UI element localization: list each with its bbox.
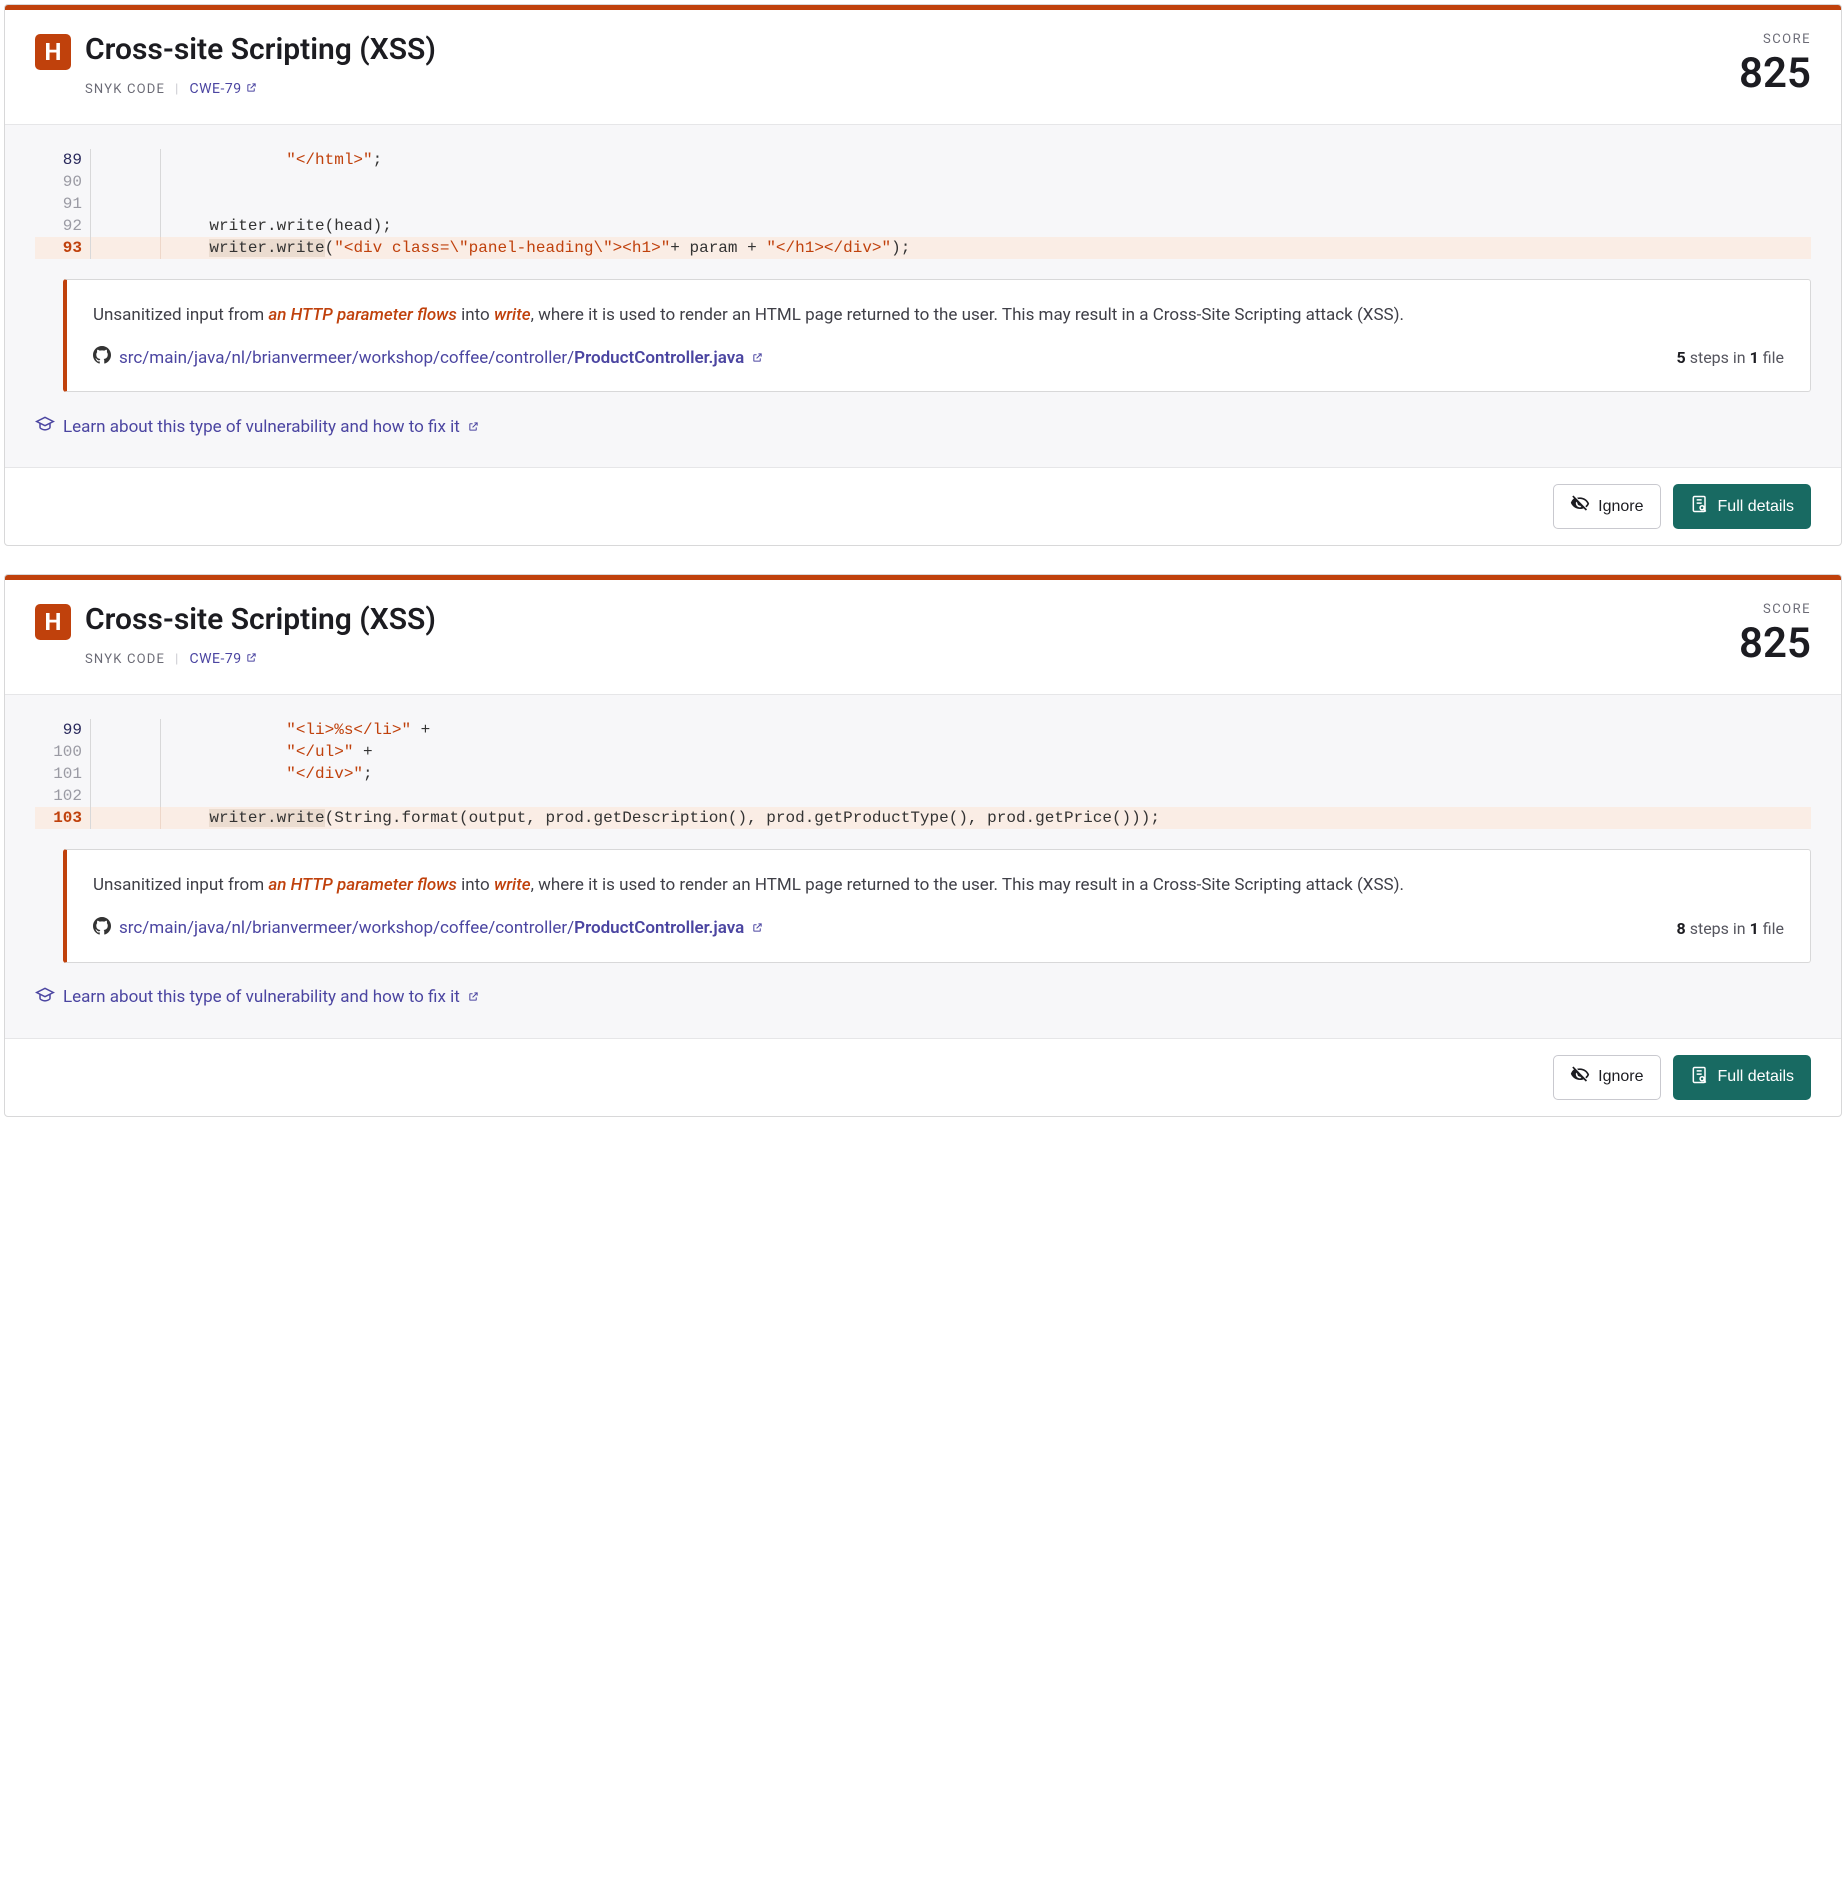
full-details-button[interactable]: Full details [1673,484,1811,529]
ignore-button[interactable]: Ignore [1553,484,1660,529]
learn-icon [35,985,55,1010]
line-number: 100 [35,741,91,763]
code-line: 103 writer.write(String.format(output, p… [35,807,1811,829]
external-link-icon [468,417,479,437]
score-label: SCORE [1739,602,1811,617]
code-line: 93 writer.write("<div class=\"panel-head… [35,237,1811,259]
source-label: SNYK CODE [85,652,165,667]
cwe-link[interactable]: CWE-79 [190,651,257,667]
description-box: Unsanitized input from an HTTP parameter… [63,279,1811,392]
line-number: 102 [35,785,91,807]
description-text: Unsanitized input from an HTTP parameter… [93,872,1784,898]
learn-icon [35,414,55,439]
external-link-icon [468,987,479,1007]
steps-info: 5 steps in 1 file [1677,348,1784,367]
vulnerability-card: H Cross-site Scripting (XSS) SNYK CODE |… [4,574,1842,1116]
external-link-icon [752,348,763,368]
code-line: 90 [35,171,1811,193]
code-text [161,171,1811,193]
code-line: 99 "<li>%s</li>" + [35,719,1811,741]
code-text: writer.write(String.format(output, prod.… [161,807,1811,829]
code-line: 100 "</ul>" + [35,741,1811,763]
line-number: 103 [35,807,91,829]
code-text: "</div>"; [161,763,1811,785]
score-value: 825 [1739,49,1811,98]
github-icon [93,917,111,940]
code-line: 89 "</html>"; [35,149,1811,171]
ignore-button[interactable]: Ignore [1553,1055,1660,1100]
line-number: 93 [35,237,91,259]
line-number: 89 [35,149,91,171]
code-block: 99 "<li>%s</li>" + 100 "</ul>" + 101 "</… [35,719,1811,829]
line-number: 92 [35,215,91,237]
card-body: 99 "<li>%s</li>" + 100 "</ul>" + 101 "</… [5,694,1841,1038]
code-text [161,785,1811,807]
code-line: 102 [35,785,1811,807]
code-line: 101 "</div>"; [35,763,1811,785]
vulnerability-card: H Cross-site Scripting (XSS) SNYK CODE |… [4,4,1842,546]
external-link-icon [246,81,257,97]
code-text [161,193,1811,215]
card-footer: Ignore Full details [5,468,1841,545]
full-details-button[interactable]: Full details [1673,1055,1811,1100]
github-icon [93,346,111,369]
cwe-link[interactable]: CWE-79 [190,81,257,97]
line-number: 101 [35,763,91,785]
document-search-icon [1690,1065,1710,1090]
score-block: SCORE 825 [1739,602,1811,668]
line-number: 99 [35,719,91,741]
external-link-icon [246,651,257,667]
eye-off-icon [1570,494,1590,519]
line-number: 90 [35,171,91,193]
steps-info: 8 steps in 1 file [1677,919,1784,938]
file-link[interactable]: src/main/java/nl/brianvermeer/workshop/c… [93,917,763,940]
description-text: Unsanitized input from an HTTP parameter… [93,302,1784,328]
vulnerability-title: Cross-site Scripting (XSS) [85,32,436,67]
code-line: 92 writer.write(head); [35,215,1811,237]
code-block: 89 "</html>"; 90 91 92 writer.write(head… [35,149,1811,259]
line-number: 91 [35,193,91,215]
code-line: 91 [35,193,1811,215]
learn-link[interactable]: Learn about this type of vulnerability a… [35,985,479,1010]
learn-link[interactable]: Learn about this type of vulnerability a… [35,414,479,439]
document-search-icon [1690,494,1710,519]
card-footer: Ignore Full details [5,1039,1841,1116]
card-body: 89 "</html>"; 90 91 92 writer.write(head… [5,124,1841,468]
code-text: "</ul>" + [161,741,1811,763]
external-link-icon [752,918,763,938]
code-text: writer.write("<div class=\"panel-heading… [161,237,1811,259]
eye-off-icon [1570,1065,1590,1090]
code-text: "<li>%s</li>" + [161,719,1811,741]
description-box: Unsanitized input from an HTTP parameter… [63,849,1811,962]
code-text: "</html>"; [161,149,1811,171]
score-block: SCORE 825 [1739,32,1811,98]
code-text: writer.write(head); [161,215,1811,237]
score-label: SCORE [1739,32,1811,47]
card-header: H Cross-site Scripting (XSS) SNYK CODE |… [5,10,1841,124]
severity-badge: H [35,604,71,640]
vulnerability-title: Cross-site Scripting (XSS) [85,602,436,637]
score-value: 825 [1739,619,1811,668]
source-label: SNYK CODE [85,82,165,97]
card-header: H Cross-site Scripting (XSS) SNYK CODE |… [5,580,1841,694]
file-link[interactable]: src/main/java/nl/brianvermeer/workshop/c… [93,346,763,369]
severity-badge: H [35,34,71,70]
